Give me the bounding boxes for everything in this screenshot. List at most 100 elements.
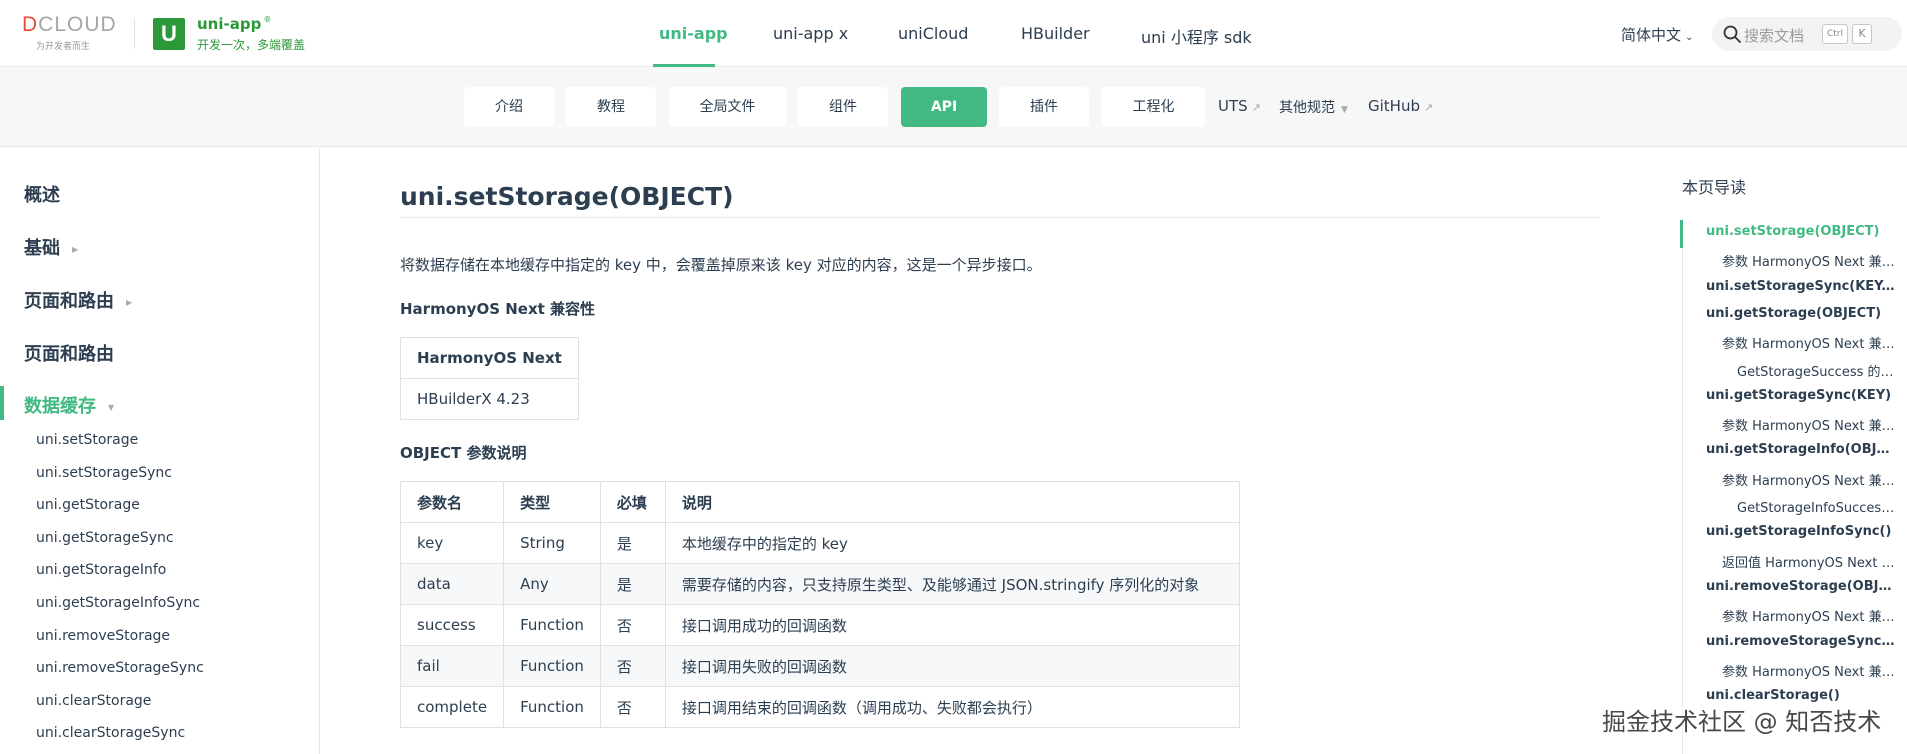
top-nav-unicloud[interactable]: uniCloud xyxy=(898,24,968,43)
toc-item[interactable]: GetStorageInfoSuccess 的属性值 xyxy=(1737,497,1896,516)
toc-item[interactable]: uni.removeStorageSync(KEY) xyxy=(1706,634,1896,649)
page-title: uni.setStorage(OBJECT) xyxy=(400,182,734,211)
top-navbar: DCLOUD 为开发者而生 U uni-app ® 开发一次，多端覆盖 uni-a… xyxy=(0,0,1907,67)
table-cell: 否 xyxy=(599,645,666,687)
toc-item[interactable]: uni.getStorage(OBJECT) xyxy=(1706,306,1896,321)
table-row: fail Function 否 接口调用失败的回调函数 xyxy=(399,645,1240,687)
section-nav-global-files[interactable]: 全局文件 xyxy=(669,87,786,127)
table-cell: Function xyxy=(503,686,601,728)
toc-item[interactable]: uni.getStorageInfo(OBJECT) xyxy=(1706,442,1896,457)
sidebar-item-setstoragesync[interactable]: uni.setStorageSync xyxy=(36,465,172,481)
sidebar-group-pages-routing[interactable]: 页面和路由 ▶ xyxy=(24,287,132,313)
sidebar-item-removestorage[interactable]: uni.removeStorage xyxy=(36,628,170,644)
search-box[interactable]: 搜索文档 Ctrl K xyxy=(1712,17,1902,51)
section-nav-other-specs[interactable]: 其他规范 ▼ xyxy=(1279,97,1348,117)
language-label: 简体中文 xyxy=(1621,26,1682,44)
sidebar-item-clearstorage[interactable]: uni.clearStorage xyxy=(36,693,151,709)
top-nav-hbuilder[interactable]: HBuilder xyxy=(1021,24,1090,43)
toc-item[interactable]: GetStorageSuccess 的属性值 xyxy=(1737,361,1896,380)
compat-heading: HarmonyOS Next 兼容性 xyxy=(400,300,596,318)
toc-item[interactable]: uni.setStorageSync(KEY,DATA) xyxy=(1706,279,1896,294)
watermark: 掘金技术社区 @ 知否技术 xyxy=(1602,708,1882,736)
sidebar-group-pages-routing-2[interactable]: 页面和路由 xyxy=(24,340,114,366)
table-cell: Any xyxy=(503,563,601,605)
table-header-cell: HarmonyOS Next xyxy=(400,337,579,379)
table-header-cell: 必填 xyxy=(599,481,666,523)
params-heading: OBJECT 参数说明 xyxy=(400,444,527,462)
table-cell: HBuilderX 4.23 xyxy=(400,378,579,420)
table-header-row: HarmonyOS Next xyxy=(400,337,579,379)
toc-item[interactable]: 参数 HarmonyOS Next 兼容性 xyxy=(1722,251,1896,270)
sidebar-group-label: 页面和路由 xyxy=(24,291,114,312)
section-nav-uts-label: UTS xyxy=(1218,97,1248,115)
toc-rail xyxy=(1682,220,1683,754)
toc-item[interactable]: 返回值 HarmonyOS Next 兼容性 xyxy=(1722,552,1896,571)
toc-item[interactable]: uni.setStorage(OBJECT) xyxy=(1706,224,1896,239)
toc-item[interactable]: 参数 HarmonyOS Next 兼容性 xyxy=(1722,333,1896,352)
table-cell: fail xyxy=(399,645,505,687)
logo-divider xyxy=(134,19,135,49)
table-cell: 本地缓存中的指定的 key xyxy=(664,522,1240,564)
toc-active-indicator xyxy=(1680,220,1683,248)
table-cell: 否 xyxy=(599,604,666,646)
sidebar-group-storage[interactable]: 数据缓存 ▼ xyxy=(24,392,114,418)
section-nav-other-specs-label: 其他规范 xyxy=(1279,100,1335,116)
external-link-icon: ↗ xyxy=(1423,101,1434,114)
caret-down-icon: ▼ xyxy=(1341,105,1348,115)
sidebar-item-getstoragesync[interactable]: uni.getStorageSync xyxy=(36,530,174,546)
sidebar-item-removestoragesync[interactable]: uni.removeStorageSync xyxy=(36,660,204,676)
toc-item[interactable]: 参数 HarmonyOS Next 兼容性 xyxy=(1722,606,1896,625)
registered-mark: ® xyxy=(263,15,272,24)
table-cell: 接口调用失败的回调函数 xyxy=(664,645,1240,687)
sidebar-item-getstorage[interactable]: uni.getStorage xyxy=(36,497,140,513)
sidebar-group-overview[interactable]: 概述 xyxy=(24,181,60,207)
section-nav-engineering[interactable]: 工程化 xyxy=(1102,87,1205,127)
section-nav-uts[interactable]: UTS ↗ xyxy=(1218,97,1261,115)
section-nav-intro[interactable]: 介绍 xyxy=(464,87,554,127)
section-nav: 介绍 教程 全局文件 组件 API 插件 工程化 UTS ↗ 其他规范 ▼ GitH… xyxy=(0,67,1907,147)
toc-item[interactable]: uni.getStorageSync(KEY) xyxy=(1706,388,1896,403)
toc-item[interactable]: uni.clearStorage() xyxy=(1706,688,1896,703)
table-cell: 是 xyxy=(599,522,666,564)
toc-item[interactable]: 参数 HarmonyOS Next 兼容性 xyxy=(1722,470,1896,489)
sidebar-group-label: 基础 xyxy=(24,238,60,259)
uni-app-logo-icon[interactable]: U xyxy=(153,18,185,50)
section-nav-plugins[interactable]: 插件 xyxy=(999,87,1089,127)
table-cell: 接口调用结束的回调函数（调用成功、失败都会执行） xyxy=(664,686,1240,728)
sidebar-active-indicator xyxy=(0,386,4,420)
app-name[interactable]: uni-app ® xyxy=(197,15,271,33)
section-nav-tutorial[interactable]: 教程 xyxy=(566,87,656,127)
sidebar-item-getstorageinfo[interactable]: uni.getStorageInfo xyxy=(36,562,166,578)
table-row: HBuilderX 4.23 xyxy=(400,378,579,420)
top-nav-uni-app-x[interactable]: uni-app x xyxy=(773,24,848,43)
section-nav-github-label: GitHub xyxy=(1368,97,1420,115)
external-link-icon: ↗ xyxy=(1251,101,1261,114)
language-selector[interactable]: 简体中文 ⌄ xyxy=(1621,24,1693,45)
table-cell: Function xyxy=(503,645,601,687)
sidebar: 概述 基础 ▶ 页面和路由 ▶ 页面和路由 数据缓存 ▼ uni.setStorage… xyxy=(0,148,320,754)
toc-item[interactable]: 参数 HarmonyOS Next 兼容性 xyxy=(1722,661,1896,680)
dcloud-logo[interactable]: DCLOUD 为开发者而生 xyxy=(22,14,122,54)
shortcut-key-ctrl: Ctrl xyxy=(1822,24,1848,44)
toc-item[interactable]: uni.getStorageInfoSync() xyxy=(1706,524,1896,539)
sidebar-item-getstorageinfosync[interactable]: uni.getStorageInfoSync xyxy=(36,595,200,611)
table-row: success Function 否 接口调用成功的回调函数 xyxy=(399,604,1240,646)
dcloud-logo-d: D xyxy=(22,13,39,36)
top-nav-uni-sdk[interactable]: uni 小程序 sdk xyxy=(1141,24,1252,48)
sidebar-group-label: 页面和路由 xyxy=(24,344,114,365)
top-nav-uni-app[interactable]: uni-app xyxy=(659,24,728,43)
toc-item[interactable]: uni.removeStorage(OBJECT) xyxy=(1706,579,1896,594)
caret-right-icon: ▶ xyxy=(126,297,133,307)
sidebar-item-setstorage[interactable]: uni.setStorage xyxy=(36,432,138,448)
section-nav-api[interactable]: API xyxy=(901,87,987,127)
dcloud-tagline: 为开发者而生 xyxy=(36,42,91,52)
toc-title: 本页导读 xyxy=(1682,178,1747,197)
table-cell: Function xyxy=(503,604,601,646)
section-nav-github[interactable]: GitHub ↗ xyxy=(1368,97,1433,115)
sidebar-group-basics[interactable]: 基础 ▶ xyxy=(24,234,78,260)
section-nav-components[interactable]: 组件 xyxy=(798,87,888,127)
table-cell: success xyxy=(399,604,505,646)
toc-item[interactable]: 参数 HarmonyOS Next 兼容性 xyxy=(1722,415,1896,434)
table-header-cell: 类型 xyxy=(503,481,601,523)
sidebar-item-clearstoragesync[interactable]: uni.clearStorageSync xyxy=(36,725,185,741)
